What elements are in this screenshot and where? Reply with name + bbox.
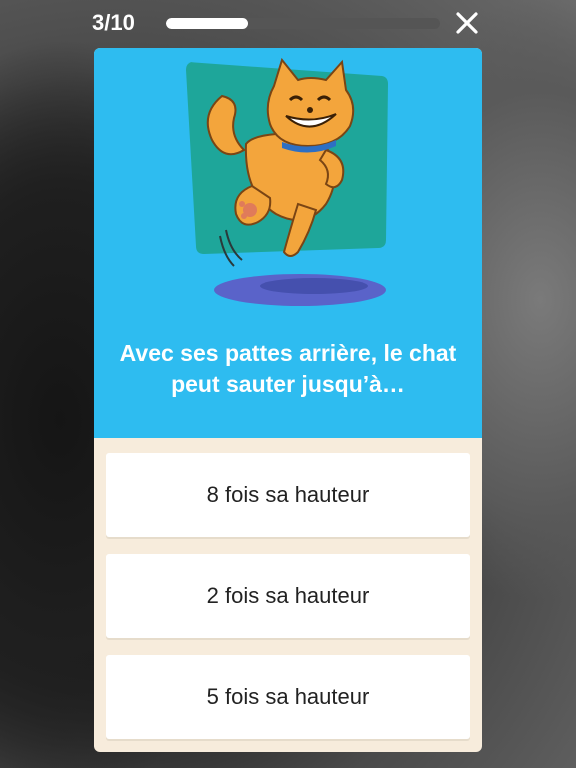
answer-option-2[interactable]: 2 fois sa hauteur [106, 554, 470, 638]
question-panel: Avec ses pattes arrière, le chat peut sa… [94, 48, 482, 438]
question-card: Avec ses pattes arrière, le chat peut sa… [94, 48, 482, 752]
progress-bar [166, 18, 440, 29]
question-counter: 3/10 [92, 10, 135, 35]
progress-fill [166, 18, 249, 29]
answer-list: 8 fois sa hauteur 2 fois sa hauteur 5 fo… [106, 453, 470, 752]
question-text: Avec ses pattes arrière, le chat peut sa… [119, 340, 457, 397]
quiz-header: 3/10 [0, 0, 576, 50]
answer-option-1[interactable]: 8 fois sa hauteur [106, 453, 470, 537]
answer-option-3[interactable]: 5 fois sa hauteur [106, 655, 470, 739]
close-icon [456, 12, 478, 34]
close-button[interactable] [454, 10, 480, 36]
cat-jumping-illustration [186, 57, 388, 306]
